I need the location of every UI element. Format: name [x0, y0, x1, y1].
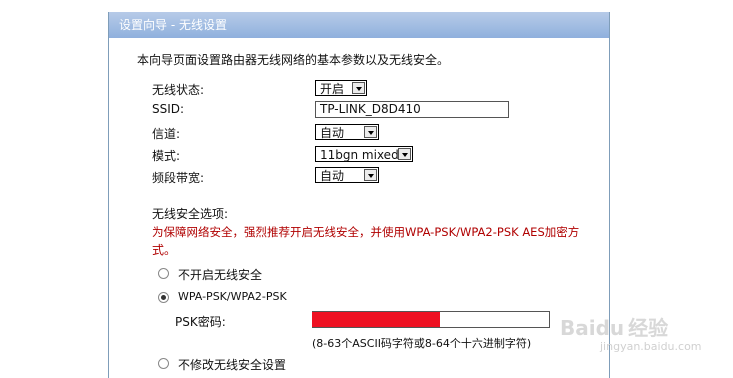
- bandwidth-label: 频段带宽:: [152, 171, 205, 185]
- psk-hint: (8-63个ASCII码字符或8-64个十六进制字符): [312, 337, 532, 350]
- mode-select[interactable]: 11bgn mixed: [315, 146, 413, 162]
- ssid-label: SSID:: [152, 102, 185, 116]
- channel-select[interactable]: 自动: [315, 124, 379, 140]
- bandwidth-select[interactable]: 自动: [315, 167, 379, 183]
- option-keep-security-label: 不修改无线安全设置: [178, 358, 287, 372]
- wireless-status-label: 无线状态:: [152, 83, 205, 97]
- security-warning-line1: 为保障网络安全，强烈推荐开启无线安全，并使用WPA-PSK/WPA2-PSK A…: [152, 225, 580, 239]
- security-heading: 无线安全选项:: [152, 207, 229, 221]
- option-wpa-psk-label: WPA-PSK/WPA2-PSK: [178, 290, 287, 303]
- bandwidth-value: 自动: [320, 169, 345, 183]
- radio-keep-security[interactable]: [158, 358, 169, 369]
- security-warning-line2: 式。: [152, 243, 177, 257]
- chevron-down-icon[interactable]: [398, 148, 411, 160]
- mode-label: 模式:: [152, 149, 181, 163]
- wireless-status-select[interactable]: 开启: [315, 80, 367, 96]
- chevron-down-icon[interactable]: [364, 126, 377, 138]
- chevron-down-icon[interactable]: [364, 169, 377, 181]
- wireless-status-value: 开启: [320, 82, 345, 96]
- psk-label: PSK密码:: [175, 315, 226, 329]
- radio-security-off[interactable]: [158, 268, 169, 279]
- chevron-down-icon[interactable]: [352, 82, 365, 94]
- radio-wpa-psk[interactable]: [158, 292, 169, 303]
- redaction-mark: [312, 312, 440, 327]
- panel-title: 设置向导 - 无线设置: [109, 12, 609, 38]
- watermark-logo: Baidu 经验: [560, 316, 669, 340]
- ssid-input[interactable]: TP-LINK_D8D410: [315, 101, 509, 118]
- option-security-off-label: 不开启无线安全: [178, 268, 263, 282]
- intro-text: 本向导页面设置路由器无线网络的基本参数以及无线安全。: [137, 53, 450, 67]
- channel-value: 自动: [320, 126, 345, 140]
- watermark-url: jingyan.baidu.com: [600, 340, 702, 353]
- channel-label: 信道:: [152, 127, 181, 141]
- mode-value: 11bgn mixed: [320, 148, 399, 162]
